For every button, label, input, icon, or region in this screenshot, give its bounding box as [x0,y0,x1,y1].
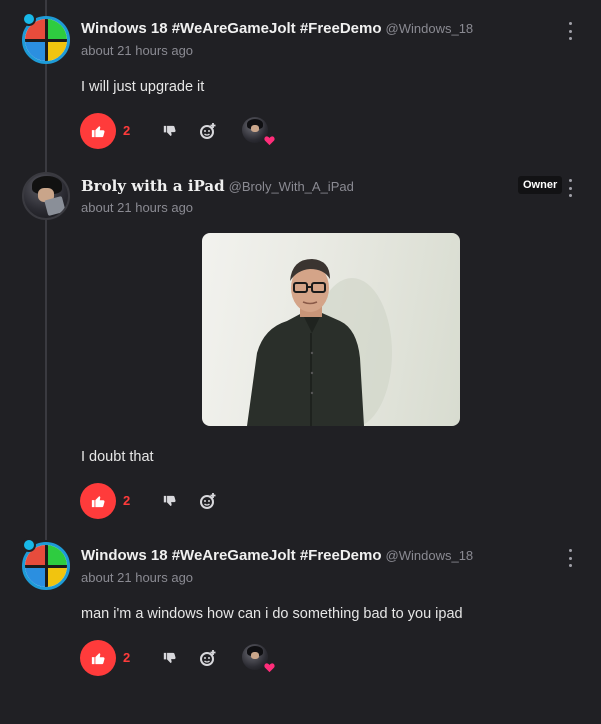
dislike-button[interactable] [161,650,177,666]
thread-line [45,0,47,540]
more-options-icon[interactable] [564,22,576,40]
comment-header: Broly with a iPad @Broly_With_A_iPad [81,177,354,195]
attached-photo[interactable] [202,233,460,426]
user-handle[interactable]: @Windows_18 [386,548,474,563]
dislike-button[interactable] [161,123,177,139]
thumbs-up-icon [91,496,105,508]
more-options-icon[interactable] [564,549,576,567]
liker-avatar[interactable] [242,117,275,146]
heart-icon [264,136,275,146]
heart-icon [264,663,275,673]
broly-avatar[interactable] [22,172,70,220]
comment-actions: 2 [80,483,320,519]
comment-header: Windows 18 #WeAreGameJolt #FreeDemo @Wind… [81,547,473,564]
thumbs-up-icon [91,653,105,665]
reply-button[interactable] [198,491,218,511]
like-count[interactable]: 2 [123,650,130,665]
like-button[interactable] [80,113,116,149]
timestamp[interactable]: about 21 hours ago [81,43,193,58]
reply-button[interactable] [198,648,218,668]
comment-header: Windows 18 #WeAreGameJolt #FreeDemo @Wind… [81,20,473,37]
thumbs-down-icon [163,495,176,506]
reply-icon [200,123,216,139]
reply-icon [200,493,216,509]
like-button[interactable] [80,483,116,519]
timestamp[interactable]: about 21 hours ago [81,200,193,215]
comment-text: I doubt that [81,449,154,465]
owner-badge: Owner [518,176,563,194]
user-handle[interactable]: @Broly_With_A_iPad [229,179,354,194]
comment-actions: 2 [80,640,320,676]
user-handle[interactable]: @Windows_18 [386,21,474,36]
online-badge [22,12,36,26]
comment-text: I will just upgrade it [81,79,205,95]
thumbs-up-icon [91,126,105,138]
comment-text: man i'm a windows how can i do something… [81,606,463,622]
reply-button[interactable] [198,121,218,141]
username[interactable]: Windows 18 #WeAreGameJolt #FreeDemo [81,20,382,37]
timestamp[interactable]: about 21 hours ago [81,570,193,585]
liker-avatar[interactable] [242,644,275,673]
dislike-button[interactable] [161,493,177,509]
comment-actions: 2 [80,113,320,149]
online-badge [22,538,36,552]
like-button[interactable] [80,640,116,676]
reply-icon [200,650,216,666]
more-options-icon[interactable] [564,179,576,197]
thumbs-down-icon [163,125,176,136]
like-count[interactable]: 2 [123,123,130,138]
thumbs-down-icon [163,652,176,663]
username[interactable]: Windows 18 #WeAreGameJolt #FreeDemo [81,547,382,564]
like-count[interactable]: 2 [123,493,130,508]
portrait-image [247,259,392,426]
username[interactable]: Broly with a iPad [81,177,225,195]
